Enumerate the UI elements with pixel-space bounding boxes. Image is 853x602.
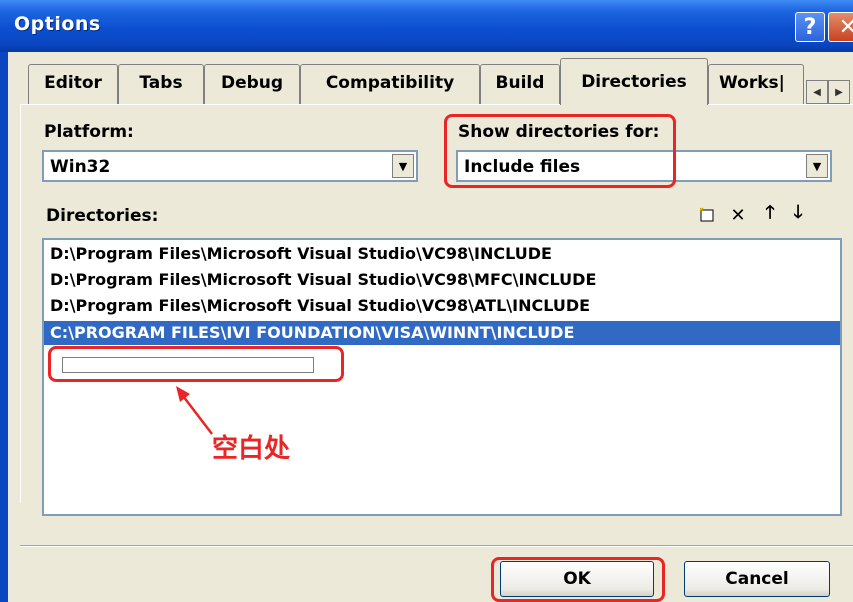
chevron-down-icon: ▼ bbox=[812, 159, 822, 173]
title-bar[interactable]: Options ? ✕ bbox=[0, 0, 853, 52]
close-button[interactable]: ✕ bbox=[828, 12, 853, 42]
list-item[interactable]: D:\Program Files\Microsoft Visual Studio… bbox=[50, 268, 596, 292]
tab-editor[interactable]: Editor bbox=[28, 64, 118, 104]
list-item[interactable]: D:\Program Files\Microsoft Visual Studio… bbox=[50, 294, 590, 318]
chevron-left-icon: ◀ bbox=[813, 86, 821, 98]
annotation-label: 空白处 bbox=[212, 434, 291, 464]
help-button[interactable]: ? bbox=[795, 12, 825, 42]
delete-icon[interactable]: ✕ bbox=[728, 205, 748, 226]
tab-tabs[interactable]: Tabs bbox=[118, 64, 204, 104]
annotation-arrow-icon bbox=[176, 386, 213, 435]
tab-compatibility[interactable]: Compatibility bbox=[300, 64, 480, 104]
tab-workspace[interactable]: Works| bbox=[708, 64, 804, 104]
tab-strip: Editor Tabs Debug Compatibility Build Di… bbox=[20, 58, 853, 105]
chevron-right-icon: ▶ bbox=[835, 86, 843, 98]
platform-select[interactable]: Win32 ▼ bbox=[42, 150, 418, 182]
tab-build[interactable]: Build bbox=[480, 64, 560, 104]
platform-value: Win32 bbox=[50, 157, 111, 177]
directories-list[interactable]: D:\Program Files\Microsoft Visual Studio… bbox=[42, 238, 842, 516]
show-directories-dropdown-button[interactable]: ▼ bbox=[806, 154, 828, 178]
ok-button[interactable]: OK bbox=[500, 561, 654, 597]
platform-label: Platform: bbox=[44, 122, 134, 142]
directories-label: Directories: bbox=[46, 206, 159, 226]
window-border bbox=[0, 52, 8, 602]
help-icon: ? bbox=[803, 14, 817, 40]
options-dialog: Options ? ✕ Editor Tabs Debug Compatibil… bbox=[0, 0, 853, 602]
tab-scroll-right[interactable]: ▶ bbox=[828, 80, 850, 104]
tab-debug[interactable]: Debug bbox=[204, 64, 300, 104]
move-down-icon[interactable]: 🡓 bbox=[788, 202, 808, 225]
new-folder-icon[interactable] bbox=[697, 205, 717, 225]
tab-scroll-left[interactable]: ◀ bbox=[806, 80, 828, 104]
platform-dropdown-button[interactable]: ▼ bbox=[392, 154, 414, 178]
button-separator bbox=[20, 545, 853, 547]
window-title: Options bbox=[14, 13, 101, 35]
list-item[interactable]: D:\Program Files\Microsoft Visual Studio… bbox=[50, 242, 552, 266]
new-directory-input[interactable] bbox=[62, 357, 314, 373]
list-item-selected[interactable]: C:\PROGRAM FILES\IVI FOUNDATION\VISA\WIN… bbox=[44, 321, 840, 345]
show-directories-select[interactable]: Include files ▼ bbox=[456, 150, 832, 182]
cancel-button[interactable]: Cancel bbox=[684, 561, 830, 597]
show-directories-label: Show directories for: bbox=[458, 122, 660, 142]
tab-directories[interactable]: Directories bbox=[560, 58, 708, 105]
chevron-down-icon: ▼ bbox=[398, 159, 408, 173]
move-up-icon[interactable]: 🡑 bbox=[760, 202, 780, 225]
show-directories-value: Include files bbox=[464, 157, 581, 177]
close-icon: ✕ bbox=[838, 14, 853, 40]
